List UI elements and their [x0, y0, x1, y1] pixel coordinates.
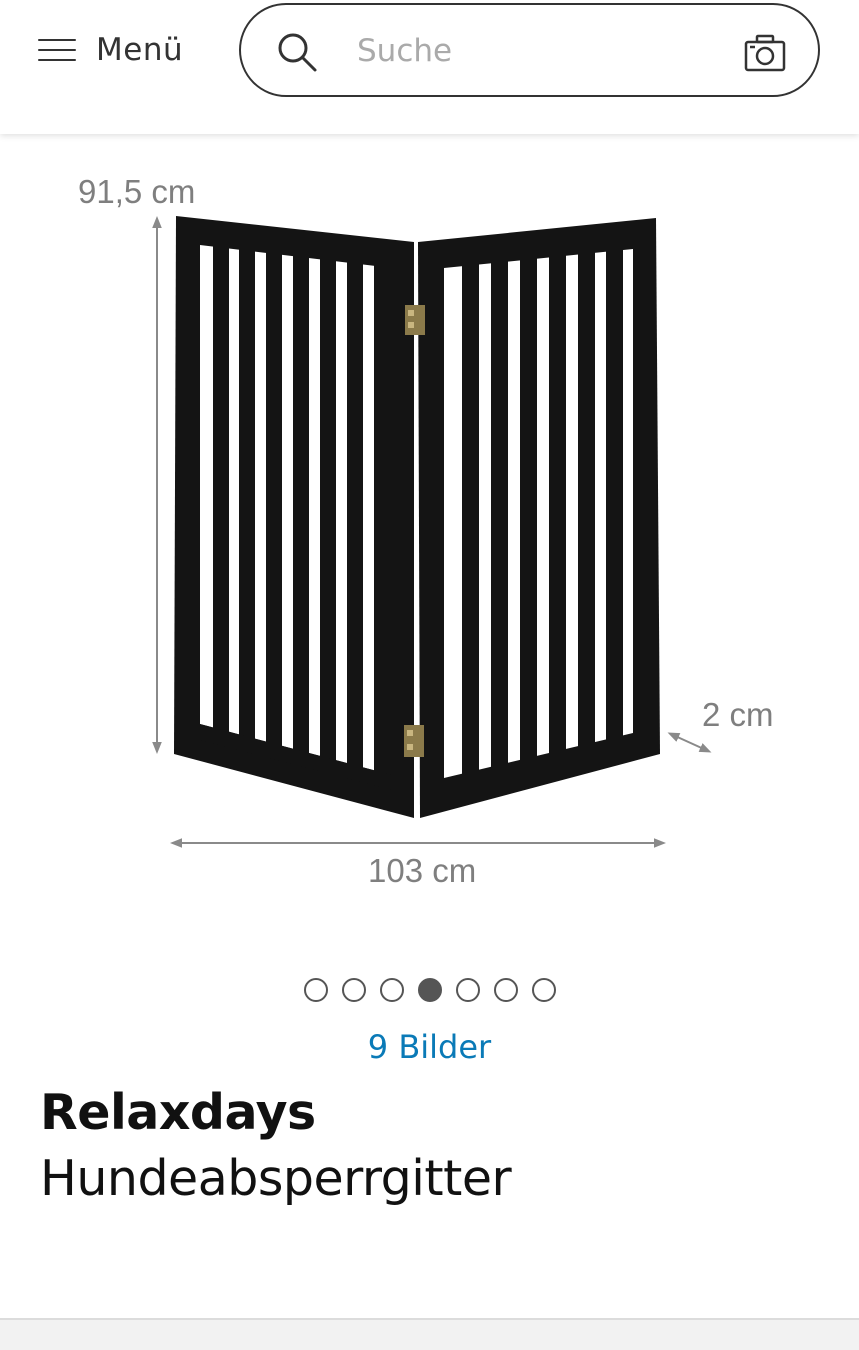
depth-dimension-label: 2 cm: [702, 696, 774, 733]
gallery-dot-3[interactable]: [379, 978, 404, 1002]
product-brand[interactable]: Relaxdays: [40, 1084, 316, 1141]
gallery-dot-2[interactable]: [341, 978, 366, 1002]
camera-icon[interactable]: [743, 33, 787, 73]
height-dimension-label: 91,5 cm: [78, 173, 195, 210]
depth-arrow: [667, 732, 712, 753]
top-header: Menü: [0, 0, 859, 134]
gallery-dot-7[interactable]: [531, 978, 556, 1002]
images-count-link[interactable]: 9 Bilder: [0, 1028, 859, 1066]
left-gate-panel: [174, 216, 414, 818]
menu-label: Menü: [96, 32, 184, 68]
gallery-dot-5[interactable]: [455, 978, 480, 1002]
gallery-pagination: [0, 978, 859, 1002]
gallery-dot-1[interactable]: [303, 978, 328, 1002]
width-dimension-label: 103 cm: [368, 852, 476, 889]
bottom-section-divider: [0, 1318, 859, 1350]
hamburger-icon: [38, 37, 76, 63]
gallery-dot-6[interactable]: [493, 978, 518, 1002]
search-input[interactable]: [357, 25, 727, 77]
gallery-dot-4-active[interactable]: [417, 978, 442, 1002]
right-gate-panel: [418, 218, 660, 818]
product-image[interactable]: 91,5 cm 2 cm 103 cm: [0, 140, 859, 940]
menu-button[interactable]: Menü: [38, 28, 183, 72]
search-icon[interactable]: [275, 30, 319, 74]
search-bar[interactable]: [239, 3, 820, 97]
product-title: Hundeabsperrgitter: [40, 1150, 512, 1207]
gate-illustration: 91,5 cm 2 cm 103 cm: [78, 173, 774, 889]
